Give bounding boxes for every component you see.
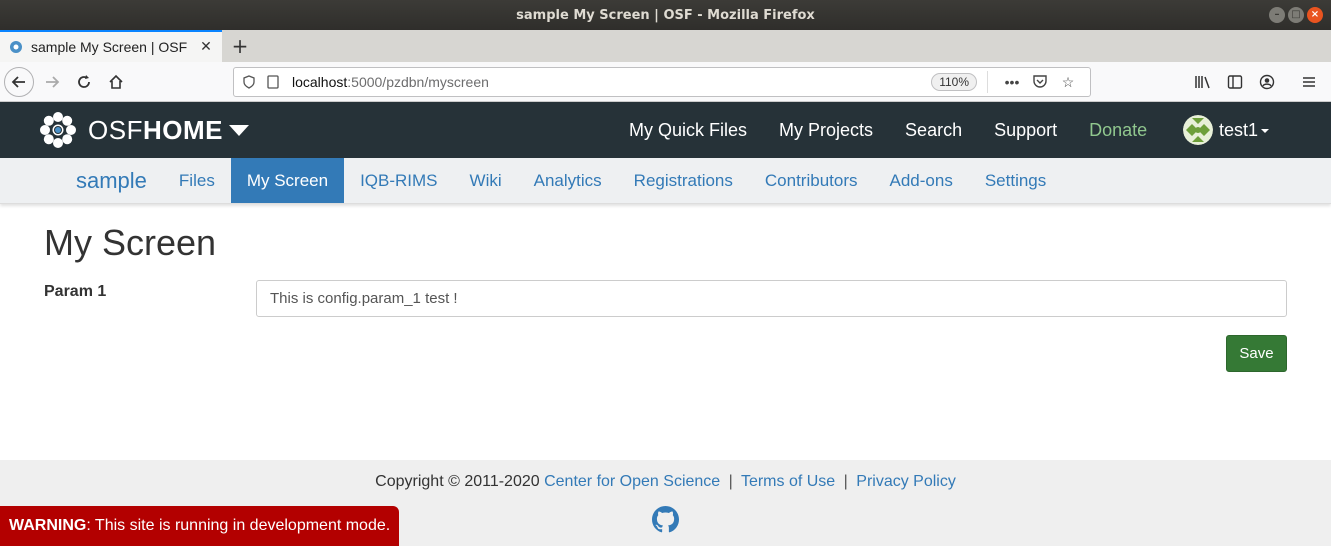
project-nav: sample Files My Screen IQB-RIMS Wiki Ana…: [0, 158, 1331, 204]
library-icon: [1195, 76, 1210, 89]
copyright-text: Copyright © 2011-2020: [375, 473, 540, 490]
tab-analytics[interactable]: Analytics: [518, 158, 618, 203]
sidebar-button[interactable]: [1219, 66, 1251, 98]
user-caret-icon: [1261, 129, 1270, 133]
new-tab-button[interactable]: +: [222, 30, 258, 62]
tab-settings[interactable]: Settings: [969, 158, 1062, 203]
nav-my-quick-files[interactable]: My Quick Files: [613, 120, 763, 141]
nav-support[interactable]: Support: [978, 120, 1073, 141]
account-button[interactable]: [1251, 66, 1283, 98]
footer-separator: |: [728, 473, 733, 490]
home-icon: [109, 74, 123, 89]
library-button[interactable]: [1187, 66, 1219, 98]
back-arrow-icon: [11, 75, 25, 88]
osf-logo-icon: [40, 112, 76, 148]
browser-tab[interactable]: sample My Screen | OSF ✕: [0, 30, 222, 62]
main-content: My Screen Param 1 Save: [0, 204, 1331, 458]
username: test1: [1219, 119, 1259, 140]
github-icon[interactable]: [652, 506, 679, 533]
project-title[interactable]: sample: [60, 158, 163, 203]
zoom-level-badge[interactable]: 110%: [931, 73, 977, 91]
warning-label: WARNING: [9, 517, 87, 534]
tab-registrations[interactable]: Registrations: [618, 158, 749, 203]
account-icon: [1259, 74, 1275, 90]
param-1-label: Param 1: [44, 283, 107, 300]
forward-arrow-icon: [46, 75, 60, 88]
nav-search[interactable]: Search: [889, 120, 978, 141]
shield-icon[interactable]: [242, 75, 256, 89]
browser-navbar: localhost:5000/pzdbn/myscreen 110% ••• ☆: [0, 62, 1331, 102]
privacy-policy-link[interactable]: Privacy Policy: [856, 473, 956, 490]
osf-main-nav: My Quick Files My Projects Search Suppor…: [613, 102, 1163, 158]
home-button[interactable]: [100, 66, 132, 98]
footer-separator: |: [843, 473, 848, 490]
tab-iqb-rims[interactable]: IQB-RIMS: [344, 158, 453, 203]
url-bar[interactable]: localhost:5000/pzdbn/myscreen 110% ••• ☆: [233, 67, 1091, 97]
avatar: [1183, 115, 1213, 145]
forward-button[interactable]: [36, 66, 68, 98]
tab-strip: sample My Screen | OSF ✕ +: [0, 30, 1331, 62]
bookmark-star-icon[interactable]: ☆: [1054, 74, 1082, 91]
page-title: My Screen: [44, 222, 217, 263]
page-info-icon[interactable]: [266, 75, 280, 89]
tab-files[interactable]: Files: [163, 158, 231, 203]
save-button[interactable]: Save: [1226, 335, 1287, 372]
window-titlebar: sample My Screen | OSF - Mozilla Firefox…: [0, 0, 1331, 30]
more-actions-icon[interactable]: •••: [998, 74, 1026, 90]
brand-bold-text: HOME: [142, 114, 223, 145]
tab-close-icon[interactable]: ✕: [198, 39, 214, 55]
user-menu[interactable]: test1: [1183, 115, 1270, 145]
minimize-button[interactable]: –: [1269, 7, 1285, 23]
window-title: sample My Screen | OSF - Mozilla Firefox: [516, 7, 815, 23]
pocket-icon[interactable]: [1026, 73, 1054, 92]
terms-of-use-link[interactable]: Terms of Use: [741, 473, 835, 490]
param-1-input[interactable]: [256, 280, 1287, 317]
toolbar-right: [1187, 66, 1325, 98]
brand-text: OSFHOME: [88, 115, 223, 146]
sidebar-icon: [1227, 75, 1243, 89]
hamburger-menu-icon: [1303, 77, 1315, 87]
dev-mode-warning: WARNING: This site is running in develop…: [0, 506, 399, 546]
window-controls: – □ ×: [1269, 7, 1323, 23]
osf-favicon-icon: [8, 39, 24, 55]
reload-button[interactable]: [68, 66, 100, 98]
close-window-button[interactable]: ×: [1307, 7, 1323, 23]
osf-header: OSFHOME My Quick Files My Projects Searc…: [0, 102, 1331, 158]
footer-copyright-line: Copyright © 2011-2020 Center for Open Sc…: [0, 473, 1331, 491]
reload-icon: [78, 74, 90, 88]
url-divider: [987, 71, 988, 93]
hamburger-menu-button[interactable]: [1293, 66, 1325, 98]
url-host: localhost: [292, 74, 348, 90]
nav-donate[interactable]: Donate: [1073, 120, 1163, 141]
cos-link[interactable]: Center for Open Science: [544, 473, 720, 490]
brand-caret-icon[interactable]: [228, 124, 249, 136]
tab-my-screen[interactable]: My Screen: [230, 158, 345, 203]
tab-title: sample My Screen | OSF: [31, 39, 188, 55]
brand-light-text: OSF: [88, 114, 143, 145]
tab-contributors[interactable]: Contributors: [749, 158, 874, 203]
tab-add-ons[interactable]: Add-ons: [874, 158, 969, 203]
nav-my-projects[interactable]: My Projects: [763, 120, 889, 141]
maximize-button[interactable]: □: [1288, 7, 1304, 23]
tab-wiki[interactable]: Wiki: [454, 158, 518, 203]
warning-message: : This site is running in development mo…: [86, 517, 391, 534]
url-path: :5000/pzdbn/myscreen: [347, 74, 489, 90]
back-button[interactable]: [4, 66, 34, 97]
osf-brand[interactable]: OSFHOME: [38, 110, 249, 150]
